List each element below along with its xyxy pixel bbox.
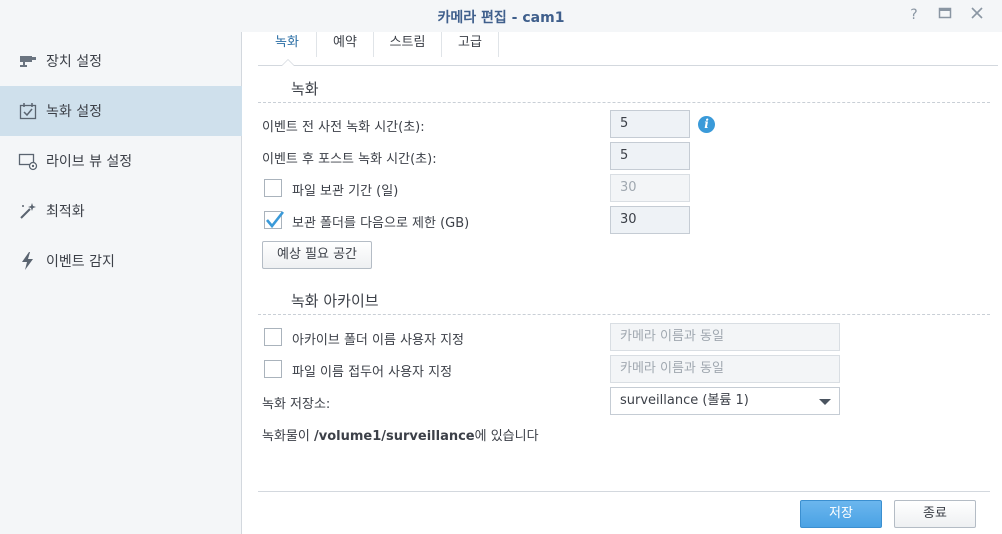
storage-select[interactable]: surveillance (볼륨 1)	[610, 387, 840, 415]
checkmark-icon	[266, 211, 285, 229]
section-divider	[258, 314, 990, 315]
sidebar-item-recording-settings[interactable]: 녹화 설정	[0, 86, 242, 136]
tab-stream[interactable]: 스트림	[373, 32, 441, 57]
tab-advanced[interactable]: 고급	[441, 32, 498, 57]
storage-select-value: surveillance (볼륨 1)	[620, 393, 749, 408]
window-title: 카메라 편집 - cam1	[437, 10, 565, 26]
tab-recording[interactable]: 녹화	[258, 32, 316, 57]
limit-folder-input[interactable]: 30	[610, 206, 690, 234]
path-suffix: 에 있습니다	[474, 429, 539, 444]
sidebar-item-label: 녹화 설정	[46, 104, 102, 120]
close-button[interactable]: 종료	[894, 500, 976, 528]
maximize-icon[interactable]	[936, 6, 954, 24]
storage-path-text: 녹화물이 /volume1/surveillance에 있습니다	[262, 425, 539, 444]
retention-days-checkbox[interactable]	[264, 179, 282, 197]
sidebar-item-event-detection[interactable]: 이벤트 감지	[0, 236, 242, 286]
camera-icon	[18, 51, 38, 71]
save-button[interactable]: 저장	[800, 500, 882, 528]
lightning-icon	[18, 251, 38, 271]
sidebar-item-label: 최적화	[46, 204, 85, 220]
sidebar-item-label: 이벤트 감지	[46, 254, 115, 270]
tab-divider	[498, 32, 499, 57]
active-tab-indicator	[281, 59, 295, 66]
pre-event-label: 이벤트 전 사전 녹화 시간(초):	[262, 120, 425, 135]
chevron-down-icon	[819, 399, 831, 405]
path-value: /volume1/surveillance	[313, 429, 475, 444]
pre-event-input[interactable]: 5	[610, 110, 690, 138]
title-bar: 카메라 편집 - cam1 ?	[0, 0, 1002, 32]
close-icon[interactable]	[968, 6, 986, 24]
magic-wand-icon	[18, 201, 38, 221]
retention-days-label: 파일 보관 기간 (일)	[292, 184, 399, 199]
custom-prefix-input[interactable]: 카메라 이름과 동일	[610, 355, 840, 383]
section-divider	[258, 102, 990, 103]
sidebar: 장치 설정 녹화 설정 라이브 뷰 설정 최적화 이벤트 감지	[0, 32, 242, 534]
post-event-label: 이벤트 후 포스트 녹화 시간(초):	[262, 152, 437, 167]
path-prefix: 녹화물이	[262, 429, 314, 444]
sidebar-item-optimization[interactable]: 최적화	[0, 186, 242, 236]
storage-label: 녹화 저장소:	[262, 397, 331, 412]
custom-prefix-checkbox[interactable]	[264, 360, 282, 378]
post-event-input[interactable]: 5	[610, 142, 690, 170]
estimate-space-button[interactable]: 예상 필요 공간	[262, 241, 372, 269]
help-icon[interactable]: ?	[905, 6, 923, 24]
tab-schedule[interactable]: 예약	[316, 32, 373, 57]
calendar-check-icon	[18, 101, 38, 121]
info-icon[interactable]: i	[698, 116, 715, 133]
archive-section-title: 녹화 아카이브	[291, 292, 379, 310]
custom-folder-input[interactable]: 카메라 이름과 동일	[610, 323, 840, 351]
custom-prefix-label: 파일 이름 접두어 사용자 지정	[292, 365, 453, 380]
limit-folder-label: 보관 폴더를 다음으로 제한 (GB)	[292, 216, 470, 231]
limit-folder-checkbox[interactable]	[264, 211, 285, 229]
custom-folder-label: 아카이브 폴더 이름 사용자 지정	[292, 333, 465, 348]
retention-days-input[interactable]: 30	[610, 174, 690, 202]
footer-divider	[258, 491, 990, 492]
tab-bar: 녹화 예약 스트림 고급	[258, 32, 998, 66]
sidebar-item-label: 장치 설정	[46, 54, 102, 70]
sidebar-item-live-view-settings[interactable]: 라이브 뷰 설정	[0, 136, 242, 186]
monitor-icon	[18, 151, 38, 171]
sidebar-item-device-settings[interactable]: 장치 설정	[0, 36, 242, 86]
recording-section-title: 녹화	[291, 80, 319, 98]
sidebar-item-label: 라이브 뷰 설정	[46, 154, 133, 170]
custom-folder-checkbox[interactable]	[264, 328, 282, 346]
